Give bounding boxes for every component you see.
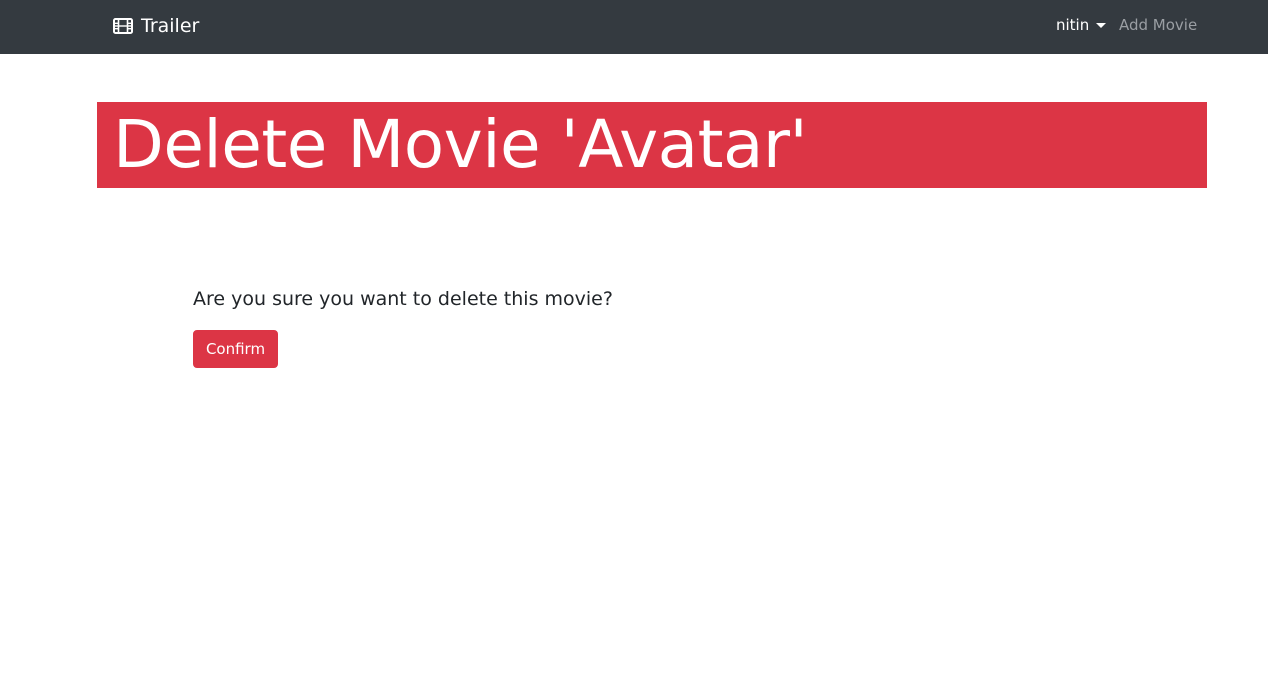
- user-dropdown-label: nitin: [1056, 16, 1090, 34]
- brand-label: Trailer: [141, 15, 200, 37]
- user-dropdown[interactable]: nitin: [1056, 15, 1107, 35]
- brand-link[interactable]: Trailer: [113, 14, 199, 38]
- page-title: Delete Movie 'Avatar': [113, 106, 808, 183]
- confirm-button[interactable]: Confirm: [193, 330, 278, 368]
- film-icon: [113, 18, 133, 34]
- add-movie-link[interactable]: Add Movie: [1119, 15, 1197, 35]
- page-banner: Delete Movie 'Avatar': [97, 102, 1207, 188]
- caret-down-icon: [1096, 22, 1107, 28]
- top-navbar: Trailer nitin Add Movie: [0, 0, 1268, 54]
- delete-confirmation-question: Are you sure you want to delete this mov…: [193, 288, 613, 310]
